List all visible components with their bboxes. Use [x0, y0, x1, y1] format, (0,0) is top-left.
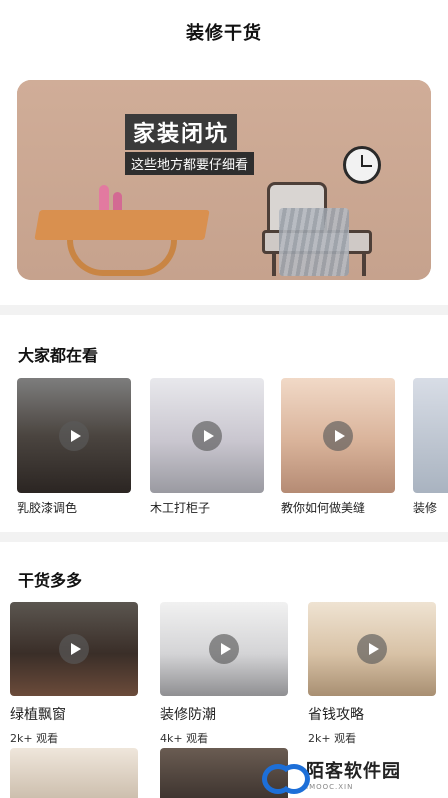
video-thumbnail[interactable]	[160, 602, 288, 696]
tips-card[interactable]: 绿植飘窗 2k+ 观看	[10, 602, 138, 746]
card-title: 木工打柜子	[150, 501, 211, 515]
banner-subtitle: 这些地方都要仔细看	[125, 152, 255, 175]
play-icon[interactable]	[59, 420, 89, 451]
play-icon[interactable]	[192, 420, 222, 451]
video-thumbnail[interactable]	[10, 748, 138, 798]
promo-banner[interactable]: 家装闭坑 这些地方都要仔细看	[17, 80, 431, 280]
section-title-tips: 干货多多	[18, 571, 83, 590]
app-header: 装修干货	[0, 0, 448, 64]
watermark-text: 陌客软件园 IMOOC.XIN	[306, 757, 401, 791]
video-thumbnail[interactable]	[17, 378, 131, 493]
video-thumbnail[interactable]	[150, 378, 264, 493]
banner-title: 家装闭坑	[125, 114, 238, 150]
chair-leg	[272, 252, 276, 276]
play-icon[interactable]	[59, 634, 89, 664]
chair-leg	[362, 252, 366, 276]
card-title: 装修防潮	[160, 707, 216, 723]
page-title: 装修干货	[186, 23, 262, 44]
card-title: 装修	[413, 501, 438, 515]
card-title: 乳胶漆调色	[17, 501, 78, 515]
video-thumbnail[interactable]	[10, 602, 138, 696]
trending-card[interactable]: 装修	[413, 378, 448, 516]
play-icon[interactable]	[209, 634, 239, 664]
view-count: 2k+ 观看	[10, 732, 59, 745]
trending-card[interactable]: 木工打柜子	[150, 378, 264, 516]
section-title-trending: 大家都在看	[18, 346, 99, 365]
trending-card[interactable]: 乳胶漆调色	[17, 378, 131, 516]
watermark: 陌客软件园 IMOOC.XIN	[262, 752, 442, 796]
table-illustration	[34, 210, 210, 240]
section-divider	[0, 532, 448, 542]
throw-blanket-illustration	[279, 208, 349, 276]
watermark-domain: IMOOC.XIN	[306, 783, 354, 791]
play-icon[interactable]	[357, 634, 387, 664]
video-thumbnail[interactable]	[413, 378, 448, 493]
section-divider	[0, 305, 448, 315]
video-thumbnail[interactable]	[308, 602, 436, 696]
view-count: 2k+ 观看	[308, 732, 357, 745]
clock-icon	[343, 146, 381, 184]
watermark-logo-icon	[262, 760, 310, 794]
tips-card[interactable]: 装修防潮 4k+ 观看	[160, 602, 288, 746]
view-count: 4k+ 观看	[160, 732, 209, 745]
trending-card[interactable]: 教你如何做美缝	[281, 378, 395, 516]
trending-carousel[interactable]: 乳胶漆调色 木工打柜子 教你如何做美缝 装修	[17, 378, 448, 520]
watermark-name: 陌客软件园	[306, 761, 401, 782]
play-icon[interactable]	[323, 420, 353, 451]
card-title: 省钱攻略	[308, 707, 364, 723]
card-title: 教你如何做美缝	[281, 501, 366, 515]
tips-card[interactable]: 省钱攻略 2k+ 观看	[308, 602, 436, 746]
card-title: 绿植飘窗	[10, 707, 66, 723]
video-thumbnail[interactable]	[281, 378, 395, 493]
